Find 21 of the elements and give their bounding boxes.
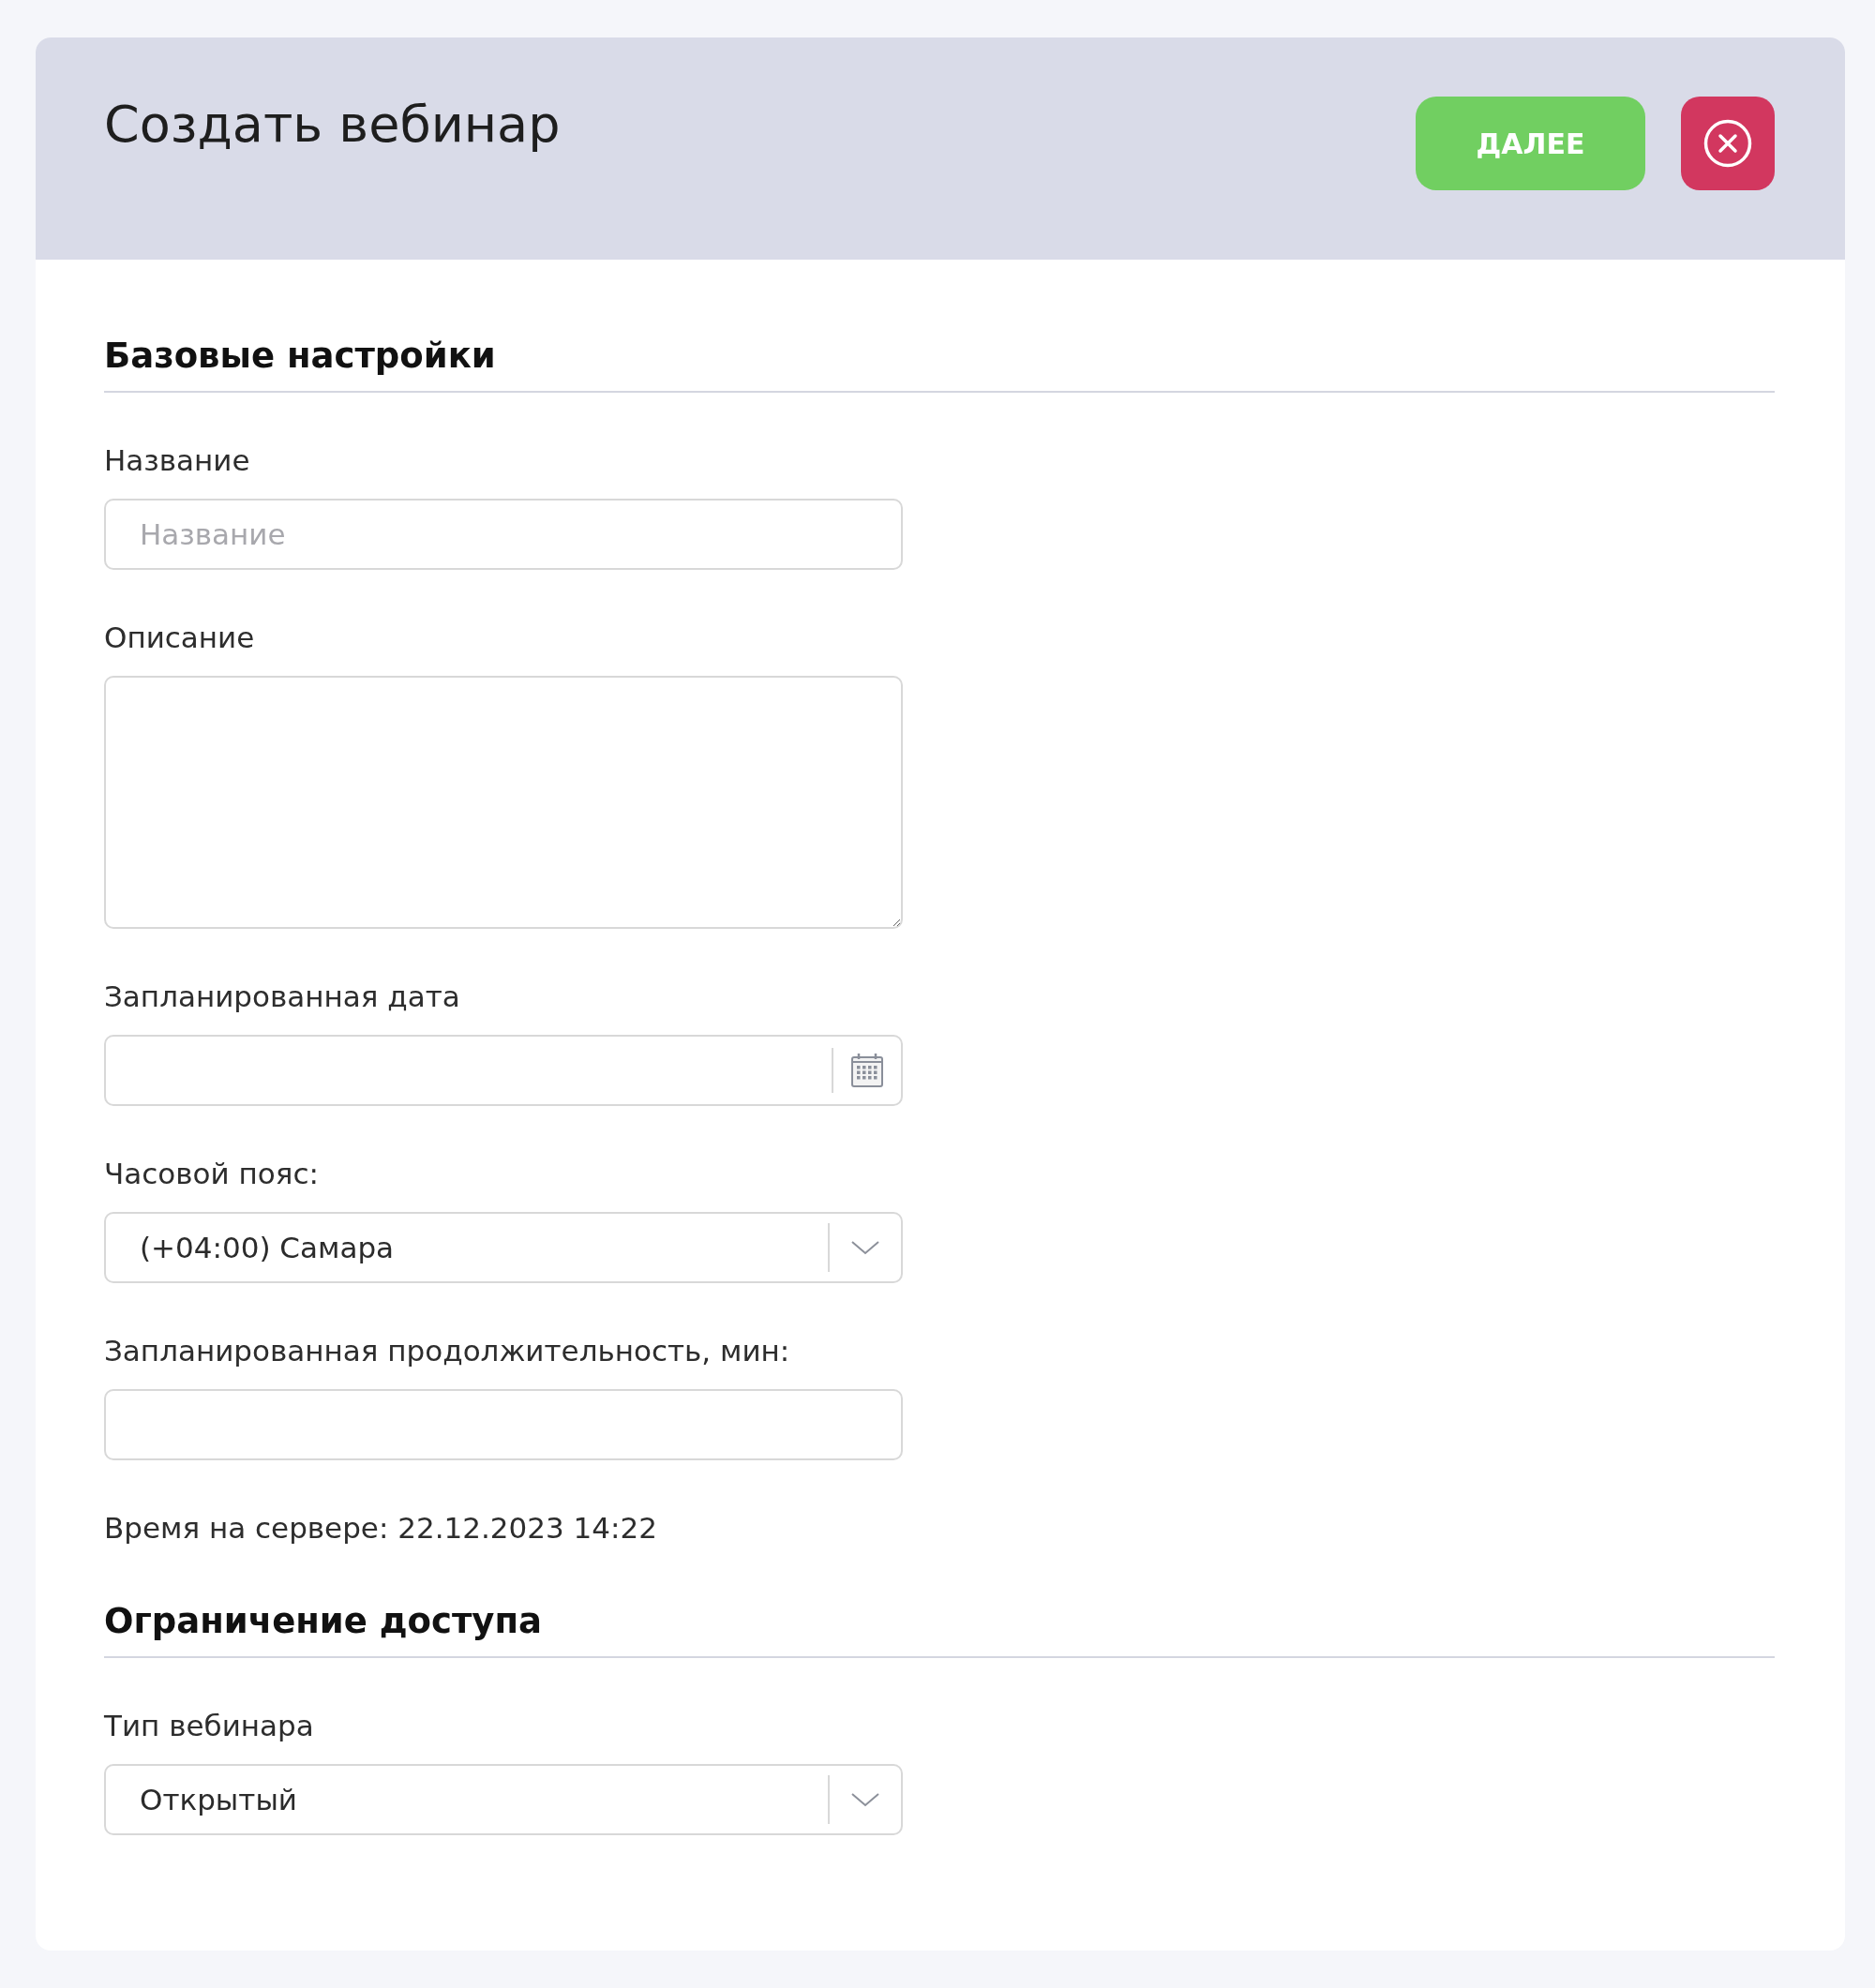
field-label: Часовой пояс: (104, 1156, 319, 1192)
field-label: Запланированная дата (104, 979, 460, 1015)
select-dropdown[interactable]: Открытый (104, 1764, 903, 1835)
field-label: Тип вебинара (104, 1708, 314, 1744)
section-heading: Ограничение доступа (104, 1600, 543, 1643)
date-field[interactable] (104, 1035, 903, 1106)
text-input[interactable]: Название (104, 499, 903, 570)
close-icon (1703, 119, 1752, 168)
calendar-icon[interactable] (850, 1053, 884, 1088)
text-input[interactable] (104, 1389, 903, 1460)
server-time-text: Время на сервере: 22.12.2023 14:22 (104, 1510, 657, 1547)
page-title: Создать вебинар (104, 94, 561, 156)
chevron-down-icon (851, 1240, 879, 1255)
description-textarea[interactable] (104, 676, 903, 929)
select-dropdown[interactable]: (+04:00) Самара (104, 1212, 903, 1283)
close-button[interactable] (1681, 97, 1775, 190)
field-label: Название (104, 442, 250, 479)
section-heading: Базовые настройки (104, 335, 496, 378)
chevron-down-icon (851, 1792, 879, 1807)
field-label: Описание (104, 620, 255, 656)
field-label: Запланированная продолжительность, мин: (104, 1333, 790, 1369)
